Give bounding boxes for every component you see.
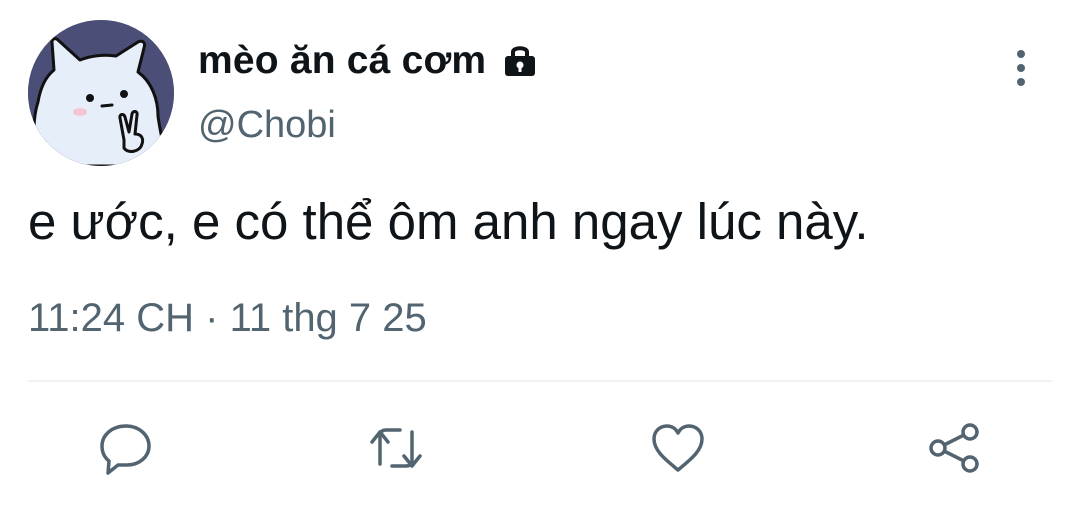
divider — [28, 380, 1052, 382]
heart-icon — [652, 424, 704, 472]
avatar[interactable] — [28, 20, 174, 166]
share-icon — [929, 423, 979, 473]
reply-button[interactable] — [96, 418, 156, 478]
tweet-text: e ước, e có thể ôm anh ngay lúc này. — [28, 193, 869, 250]
share-button[interactable] — [924, 418, 984, 478]
more-vertical-icon[interactable] — [1006, 46, 1036, 90]
tweet-timestamp[interactable]: 11:24 CH · 11 thg 7 25 — [28, 296, 427, 341]
retweet-icon — [370, 428, 422, 468]
retweet-button[interactable] — [366, 418, 426, 478]
tweet-card: mèo ăn cá cơm @Chobi e ước, e có thể ôm … — [0, 0, 1080, 514]
author-info: mèo ăn cá cơm — [198, 36, 540, 86]
user-handle[interactable]: @Chobi — [198, 104, 336, 147]
lock-icon — [500, 41, 540, 81]
like-button[interactable] — [648, 418, 708, 478]
reply-icon — [100, 424, 151, 475]
display-name[interactable]: mèo ăn cá cơm — [198, 39, 486, 83]
cat-avatar-icon — [28, 20, 174, 166]
